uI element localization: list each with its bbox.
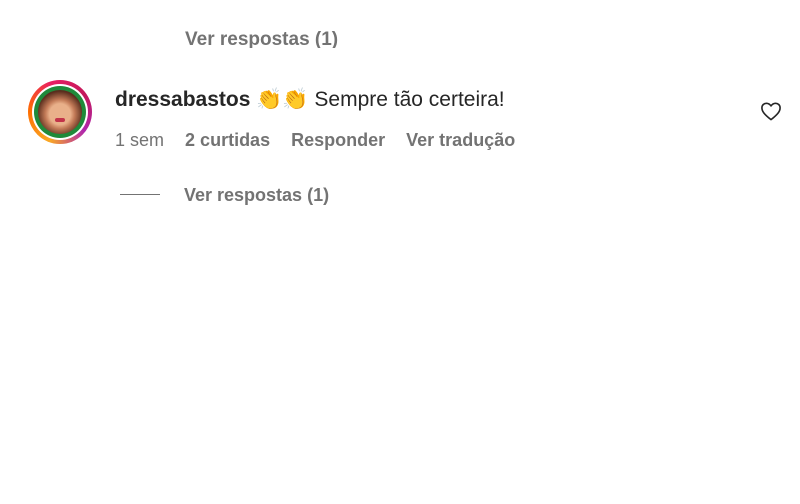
likes-count-link[interactable]: 2 curtidas xyxy=(185,130,270,150)
comment-username[interactable]: dressabastos xyxy=(115,88,250,111)
profile-photo xyxy=(38,90,82,134)
clap-emoji: 👏👏 xyxy=(256,88,309,111)
view-replies-label: Ver respostas (1) xyxy=(184,185,330,205)
comment-meta: 1 sem 2 curtidas Responder Ver tradução xyxy=(115,130,531,151)
reply-button[interactable]: Responder xyxy=(291,130,385,150)
translate-link[interactable]: Ver tradução xyxy=(406,130,515,150)
comment-text: Sempre tão certeira! xyxy=(314,88,505,111)
heart-outline-icon[interactable] xyxy=(760,101,782,121)
view-replies-link[interactable]: Ver respostas (1) xyxy=(120,185,329,209)
avatar[interactable] xyxy=(28,80,92,144)
replies-divider-line xyxy=(120,193,160,195)
comment-item: dressabastos 👏👏 Sempre tão certeira! 1 s… xyxy=(0,0,800,220)
comment-time: 1 sem xyxy=(115,130,165,150)
comment-body: dressabastos 👏👏 Sempre tão certeira! xyxy=(115,88,505,112)
